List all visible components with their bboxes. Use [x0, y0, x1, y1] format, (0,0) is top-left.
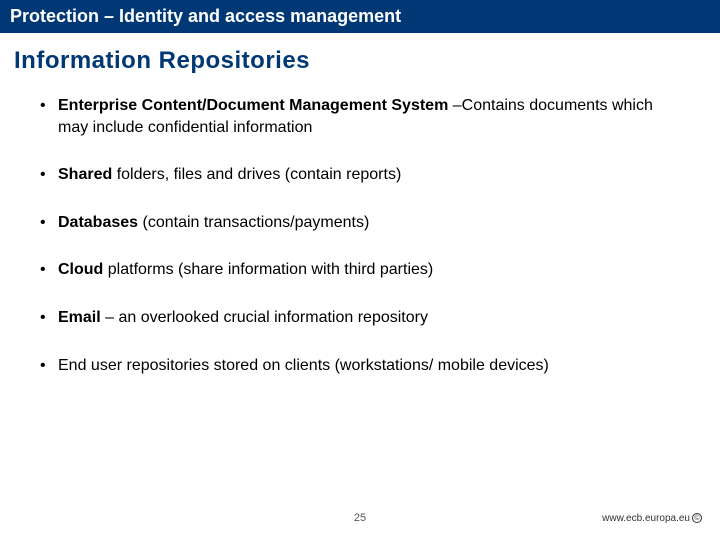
list-item-bold: Cloud [58, 261, 103, 278]
list-item-bold: Shared [58, 166, 112, 183]
list-item: Enterprise Content/Document Management S… [40, 95, 680, 138]
footer-site-text: www.ecb.europa.eu [602, 513, 690, 524]
section-title: Information Repositories [0, 33, 720, 85]
list-item-text: End user repositories stored on clients … [58, 357, 549, 374]
list-item-text: folders, files and drives (contain repor… [112, 166, 401, 183]
list-item-text: platforms (share information with third … [103, 261, 433, 278]
list-item: Cloud platforms (share information with … [40, 259, 680, 281]
list-item-text: – an overlooked crucial information repo… [101, 309, 428, 326]
list-item-text: (contain transactions/payments) [138, 214, 369, 231]
list-item-bold: Databases [58, 214, 138, 231]
list-item: Databases (contain transactions/payments… [40, 212, 680, 234]
bullet-list: Enterprise Content/Document Management S… [40, 95, 680, 376]
list-item-bold: Email [58, 309, 101, 326]
slide-header: Protection – Identity and access managem… [0, 0, 720, 33]
list-item: Email – an overlooked crucial informatio… [40, 307, 680, 329]
list-item: End user repositories stored on clients … [40, 355, 680, 377]
copyright-icon: © [692, 513, 702, 523]
slide-header-title: Protection – Identity and access managem… [10, 6, 401, 26]
page-number: 25 [354, 512, 366, 524]
footer-site: www.ecb.europa.eu© [602, 513, 702, 524]
list-item: Shared folders, files and drives (contai… [40, 164, 680, 186]
list-item-bold: Enterprise Content/Document Management S… [58, 97, 453, 114]
slide: Protection – Identity and access managem… [0, 0, 720, 540]
content-area: Enterprise Content/Document Management S… [0, 85, 720, 540]
